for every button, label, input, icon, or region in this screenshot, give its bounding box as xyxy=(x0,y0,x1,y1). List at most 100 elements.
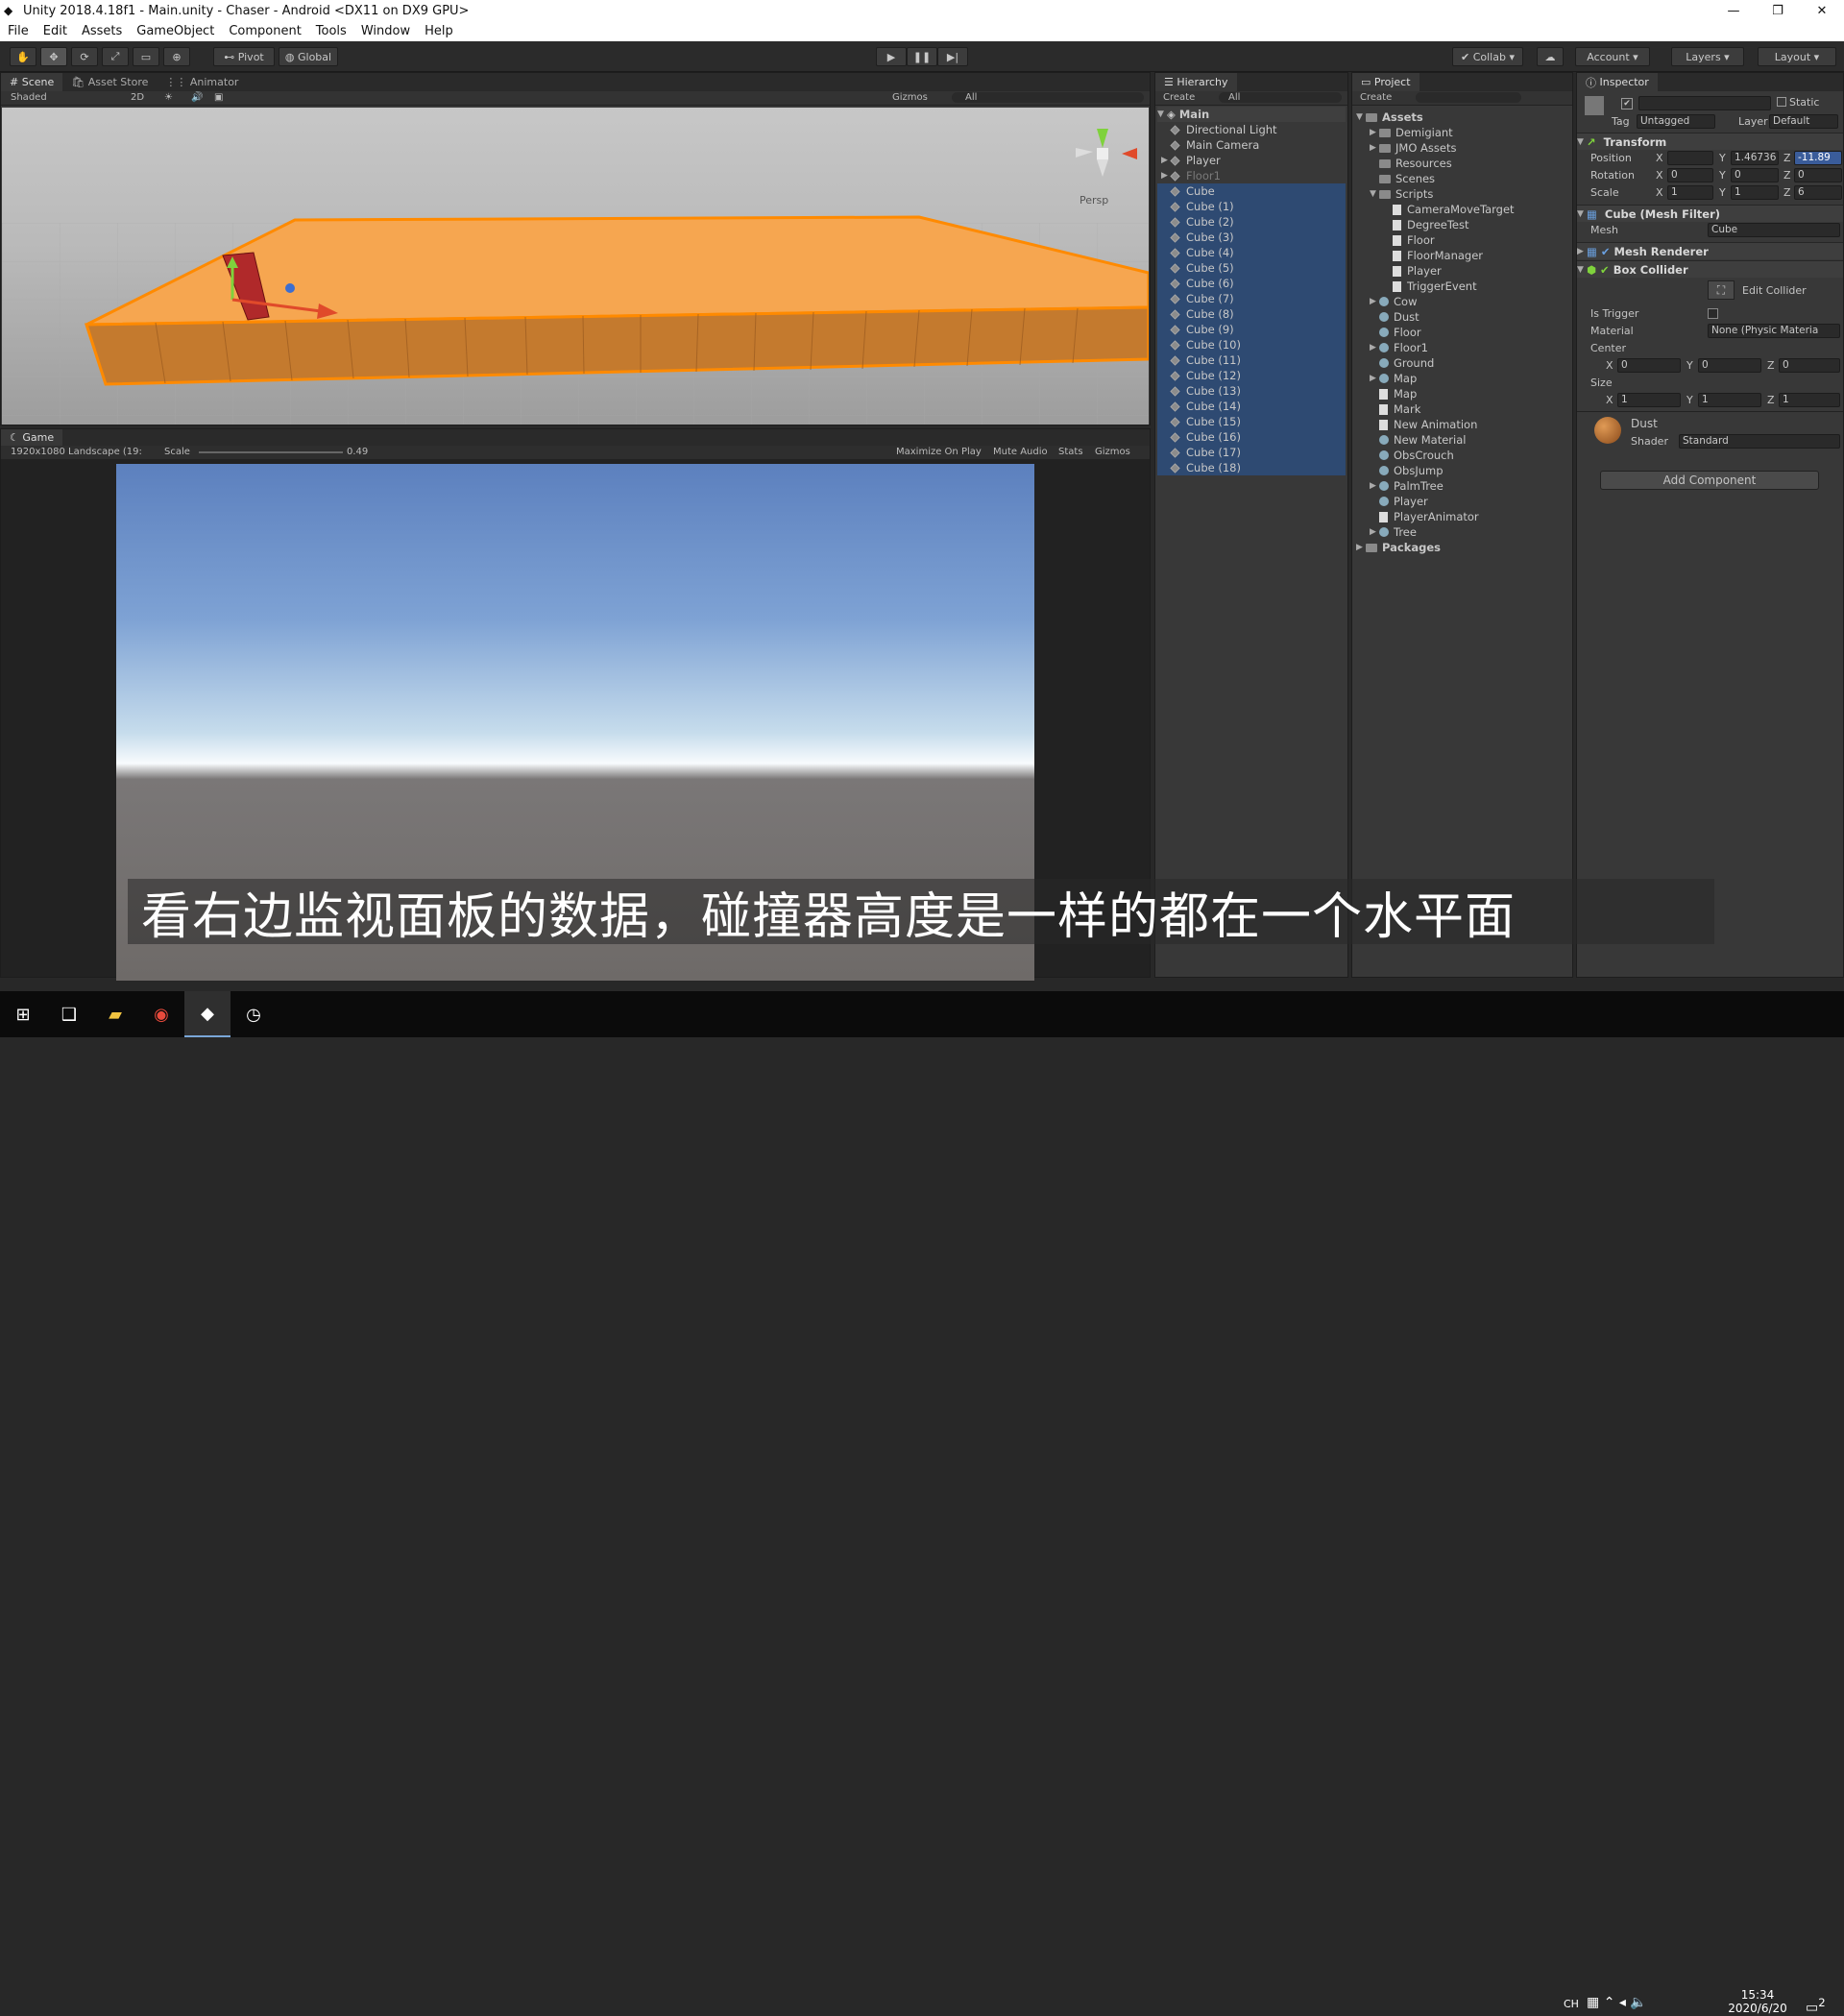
project-item[interactable]: ▶ Packages xyxy=(1356,540,1441,555)
task-view-button[interactable]: ❑ xyxy=(46,991,92,1037)
hierarchy-item[interactable]: Cube (9) xyxy=(1157,322,1346,337)
hierarchy-item[interactable]: Cube (8) xyxy=(1157,306,1346,322)
project-item[interactable]: Player xyxy=(1383,263,1442,279)
project-item[interactable]: Resources xyxy=(1370,156,1452,171)
cloud-button[interactable]: ☁ xyxy=(1537,47,1564,66)
layout-dropdown[interactable]: Layout ▾ xyxy=(1758,47,1836,66)
project-item[interactable]: New Material xyxy=(1370,432,1466,448)
scene-root-main[interactable]: ▼ ◈ Main xyxy=(1157,107,1346,122)
scale-y-field[interactable]: 1 xyxy=(1731,185,1779,200)
tab-animator[interactable]: ⋮⋮ Animator xyxy=(157,73,247,91)
project-item[interactable]: CameraMoveTarget xyxy=(1383,202,1515,217)
step-button[interactable]: ▶| xyxy=(937,47,968,66)
hierarchy-item[interactable]: Cube (13) xyxy=(1157,383,1346,399)
menu-file[interactable]: File xyxy=(0,24,36,38)
transform-tool-icon[interactable]: ⊕ xyxy=(163,47,190,66)
center-y-field[interactable]: 0 xyxy=(1698,358,1761,373)
game-gizmos-dropdown[interactable]: Gizmos xyxy=(1095,447,1130,457)
menu-component[interactable]: Component xyxy=(221,24,307,38)
expand-arrow-icon[interactable]: ▼ xyxy=(1356,112,1366,122)
position-z-field[interactable]: -11.89 xyxy=(1794,151,1842,165)
hierarchy-item[interactable]: Cube (6) xyxy=(1157,276,1346,291)
close-button[interactable]: ✕ xyxy=(1800,0,1844,21)
maximize-on-play-toggle[interactable]: Maximize On Play xyxy=(896,447,982,457)
hierarchy-item[interactable]: Cube (15) xyxy=(1157,414,1346,429)
tab-inspector[interactable]: ⓘ Inspector xyxy=(1577,73,1658,91)
menu-gameobject[interactable]: GameObject xyxy=(129,24,221,38)
project-item[interactable]: ObsJump xyxy=(1370,463,1444,478)
project-item[interactable]: Dust xyxy=(1370,309,1419,325)
tab-hierarchy[interactable]: ☰ Hierarchy xyxy=(1155,73,1237,91)
center-x-field[interactable]: 0 xyxy=(1617,358,1681,373)
project-item[interactable]: ▼ Assets xyxy=(1356,109,1423,125)
scale-tool-icon[interactable]: ⤢ xyxy=(102,47,129,66)
hierarchy-item[interactable]: Cube (7) xyxy=(1157,291,1346,306)
rect-tool-icon[interactable]: ▭ xyxy=(133,47,159,66)
size-x-field[interactable]: 1 xyxy=(1617,393,1681,407)
expand-arrow-icon[interactable]: ▶ xyxy=(1370,481,1379,491)
toggle-2d[interactable]: 2D xyxy=(131,92,144,103)
mesh-filter-header[interactable]: ▼ ▦ Cube (Mesh Filter) xyxy=(1577,205,1843,222)
tag-dropdown[interactable]: Untagged xyxy=(1637,114,1715,129)
menu-edit[interactable]: Edit xyxy=(36,24,74,38)
hierarchy-item[interactable]: Directional Light xyxy=(1157,122,1346,137)
rotation-y-field[interactable]: 0 xyxy=(1731,168,1779,182)
global-toggle[interactable]: ◍ Global xyxy=(279,47,338,66)
rotation-z-field[interactable]: 0 xyxy=(1794,168,1842,182)
edit-collider-button[interactable]: ⛶ xyxy=(1708,280,1735,300)
collab-dropdown[interactable]: ✔ Collab ▾ xyxy=(1452,47,1523,66)
expand-arrow-icon[interactable]: ▶ xyxy=(1370,374,1379,383)
hierarchy-item[interactable]: Cube (14) xyxy=(1157,399,1346,414)
box-collider-header[interactable]: ▼ ⬢ ✔ Box Collider xyxy=(1577,260,1843,278)
restore-button[interactable]: ❐ xyxy=(1756,0,1800,21)
audio-icon[interactable]: 🔊 xyxy=(191,92,203,103)
chrome-button[interactable]: ◉ xyxy=(138,991,184,1037)
add-component-button[interactable]: Add Component xyxy=(1600,471,1819,490)
orientation-gizmo[interactable] xyxy=(1076,129,1137,177)
menu-help[interactable]: Help xyxy=(417,24,460,38)
hierarchy-item[interactable]: Cube (17) xyxy=(1157,445,1346,460)
project-item[interactable]: New Animation xyxy=(1370,417,1477,432)
project-item[interactable]: ▶ JMO Assets xyxy=(1370,140,1456,156)
expand-arrow-icon[interactable]: ▼ xyxy=(1370,189,1379,199)
hierarchy-item[interactable]: Cube (16) xyxy=(1157,429,1346,445)
project-item[interactable]: TriggerEvent xyxy=(1383,279,1477,294)
hierarchy-item[interactable]: Cube (12) xyxy=(1157,368,1346,383)
hierarchy-item[interactable]: Main Camera xyxy=(1157,137,1346,153)
move-tool-icon[interactable]: ✥ xyxy=(40,47,67,66)
project-item[interactable]: PlayerAnimator xyxy=(1370,509,1479,524)
tab-asset-store[interactable]: 🛍 Asset Store xyxy=(62,73,157,91)
rotate-tool-icon[interactable]: ⟳ xyxy=(71,47,98,66)
scale-slider[interactable] xyxy=(199,451,343,453)
project-item[interactable]: Map xyxy=(1370,386,1417,401)
transform-header[interactable]: ▼ ↗ Transform xyxy=(1577,133,1843,150)
menu-assets[interactable]: Assets xyxy=(74,24,129,38)
ime-indicator[interactable]: CH xyxy=(1564,1998,1579,2010)
light-icon[interactable]: ☀ xyxy=(164,92,173,103)
tab-game[interactable]: ☾ Game xyxy=(1,429,63,446)
layers-dropdown[interactable]: Layers ▾ xyxy=(1671,47,1744,66)
hierarchy-item[interactable]: Cube (2) xyxy=(1157,214,1346,230)
hierarchy-item[interactable]: ▶ Floor1 xyxy=(1157,168,1346,183)
effects-icon[interactable]: ▣ xyxy=(214,92,223,103)
physic-material-field[interactable]: None (Physic Materia xyxy=(1708,324,1840,338)
project-item[interactable]: ▶ PalmTree xyxy=(1370,478,1444,494)
project-item[interactable]: ▶ Demigiant xyxy=(1370,125,1453,140)
expand-arrow-icon[interactable]: ▶ xyxy=(1370,128,1379,137)
rotation-x-field[interactable]: 0 xyxy=(1667,168,1713,182)
mesh-renderer-header[interactable]: ▶ ▦ ✔ Mesh Renderer xyxy=(1577,242,1843,259)
project-search-input[interactable] xyxy=(1416,92,1521,103)
hierarchy-item[interactable]: Cube (4) xyxy=(1157,245,1346,260)
pivot-toggle[interactable]: ⊷ Pivot xyxy=(213,47,275,66)
scene-gizmos-dropdown[interactable]: Gizmos xyxy=(892,92,928,103)
expand-arrow-icon[interactable]: ▶ xyxy=(1370,343,1379,352)
hierarchy-item[interactable]: Cube (1) xyxy=(1157,199,1346,214)
mute-audio-toggle[interactable]: Mute Audio xyxy=(993,447,1048,457)
resolution-dropdown[interactable]: 1920x1080 Landscape (19: xyxy=(11,447,142,457)
project-item[interactable]: ▼ Scripts xyxy=(1370,186,1433,202)
project-item[interactable]: Ground xyxy=(1370,355,1434,371)
account-dropdown[interactable]: Account ▾ xyxy=(1575,47,1650,66)
project-item[interactable]: ObsCrouch xyxy=(1370,448,1454,463)
expand-arrow-icon[interactable]: ▶ xyxy=(1356,543,1366,552)
expand-arrow-icon[interactable]: ▶ xyxy=(1370,143,1379,153)
